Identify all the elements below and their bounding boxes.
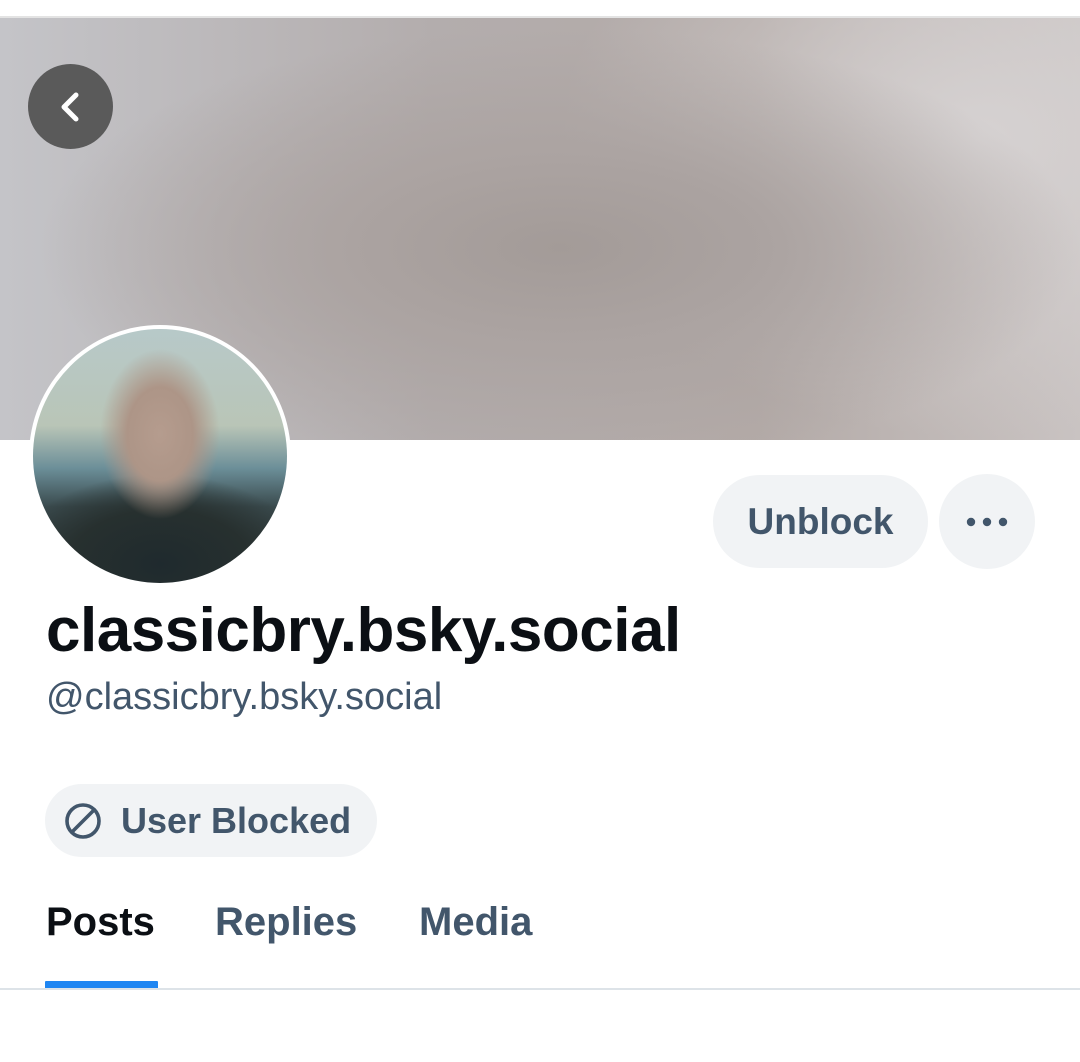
top-strip: [0, 0, 1080, 18]
tab-media[interactable]: Media: [419, 900, 532, 945]
profile-handle: @classicbry.bsky.social: [46, 676, 443, 718]
ellipsis-icon: [966, 517, 1008, 526]
unblock-button-label: Unblock: [747, 500, 894, 542]
tabs-divider: [0, 988, 1080, 990]
block-icon: [65, 802, 101, 839]
avatar-frame: [29, 325, 291, 587]
more-options-button[interactable]: [939, 474, 1035, 569]
user-blocked-badge: User Blocked: [45, 784, 377, 857]
tab-replies[interactable]: Replies: [215, 900, 357, 945]
unblock-button[interactable]: Unblock: [713, 475, 928, 568]
profile-tabs: Posts Replies Media: [0, 880, 1080, 990]
display-name: classicbry.bsky.social: [46, 596, 681, 665]
user-blocked-label: User Blocked: [121, 799, 352, 841]
back-button[interactable]: [28, 64, 113, 149]
tab-posts[interactable]: Posts: [46, 900, 155, 945]
chevron-left-icon: [61, 92, 78, 121]
avatar[interactable]: [33, 329, 287, 583]
